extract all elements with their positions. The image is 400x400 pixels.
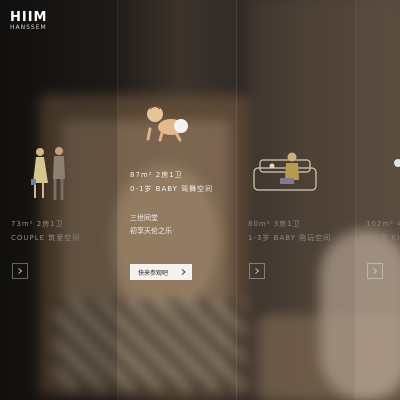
column-2-stage: 0-1岁 BABY 驾舞空间 bbox=[130, 185, 214, 193]
column-baby-0-1[interactable] bbox=[118, 0, 237, 400]
logo-mark: HIIM bbox=[10, 10, 48, 25]
column-1-arrow-button[interactable] bbox=[12, 263, 28, 279]
column-4-area: 102m² 4房 bbox=[366, 220, 400, 228]
kid-illustration bbox=[394, 159, 400, 167]
crawling-baby-illustration bbox=[146, 105, 188, 142]
column-4-stage: 3-7岁 KI bbox=[366, 234, 400, 242]
chevron-right-icon bbox=[181, 269, 186, 275]
column-4-arrow-button[interactable] bbox=[367, 263, 383, 279]
column-3-stage: 1-3岁 BABY 陪玩空间 bbox=[248, 234, 332, 242]
chevron-right-icon bbox=[373, 268, 378, 274]
column-3-area: 80m² 3房1卫 bbox=[248, 220, 301, 228]
column-1-area: 73m² 2房1卫 bbox=[11, 220, 64, 228]
column-kid-3-7[interactable] bbox=[356, 0, 400, 400]
logo-wordmark: HANSSEM bbox=[10, 24, 47, 31]
hero-stage: HIIM HANSSEM 73m² 2房1卫 COUPLE 筑爱空间 87m² … bbox=[0, 0, 400, 400]
visit-now-label: 快来参观吧 bbox=[138, 269, 169, 277]
visit-now-button[interactable]: 快来参观吧 bbox=[130, 264, 192, 280]
column-3-arrow-button[interactable] bbox=[249, 263, 265, 279]
elderly-on-sofa-illustration bbox=[253, 152, 317, 191]
chevron-right-icon bbox=[255, 268, 260, 274]
chevron-right-icon bbox=[18, 268, 23, 274]
column-2-area: 87m² 2房1卫 bbox=[130, 171, 183, 179]
column-1-stage: COUPLE 筑爱空间 bbox=[11, 234, 81, 242]
column-baby-1-3[interactable] bbox=[237, 0, 356, 400]
column-2-feature-line-2: 初享天伦之乐 bbox=[130, 227, 172, 235]
brand-logo[interactable]: HIIM HANSSEM bbox=[10, 10, 48, 31]
couple-illustration bbox=[31, 147, 65, 200]
column-2-feature-line-1: 三世同堂 bbox=[130, 214, 158, 222]
